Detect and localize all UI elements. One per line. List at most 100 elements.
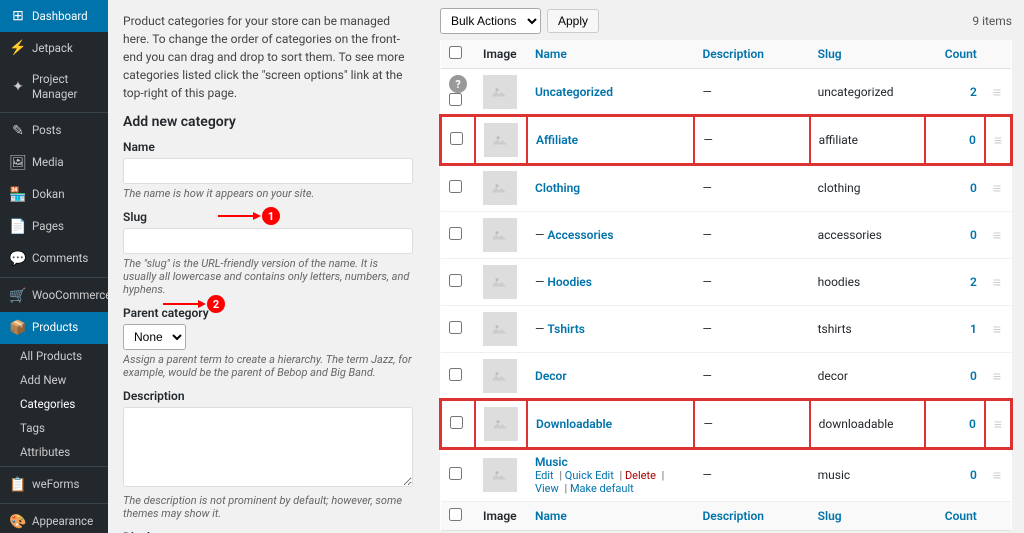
- count-link[interactable]: 0: [970, 369, 977, 383]
- row-image-cell: [475, 259, 527, 306]
- drag-handle[interactable]: ≡: [993, 228, 1001, 244]
- category-name-link[interactable]: Accessories: [547, 228, 613, 242]
- row-count-cell: 0: [925, 448, 985, 502]
- sidebar-item-media[interactable]: 🖼 Media: [0, 147, 108, 179]
- woocommerce-icon: 🛒: [10, 288, 26, 304]
- category-name-link[interactable]: Affiliate: [536, 133, 578, 147]
- sidebar-item-weforms[interactable]: 📋 weForms: [0, 469, 108, 501]
- description-column-header[interactable]: Description: [694, 40, 809, 69]
- category-name-link[interactable]: Decor: [535, 369, 567, 383]
- count-link[interactable]: 0: [970, 468, 977, 482]
- image-column-header: Image: [475, 40, 527, 69]
- count-link[interactable]: 0: [969, 417, 976, 431]
- sidebar-item-posts[interactable]: ✎ Posts: [0, 115, 108, 147]
- count-link[interactable]: 0: [970, 181, 977, 195]
- count-link[interactable]: 0: [970, 228, 977, 242]
- sidebar-item-all-products[interactable]: All Products: [0, 344, 108, 368]
- cat-image-icon: [491, 226, 509, 244]
- weforms-icon: 📋: [10, 477, 26, 493]
- select-all-checkbox[interactable]: [449, 46, 462, 59]
- sidebar-item-pages[interactable]: 📄 Pages: [0, 211, 108, 243]
- row-image-cell: [475, 164, 527, 212]
- row-slug-cell: affiliate: [810, 116, 925, 164]
- drag-handle[interactable]: ≡: [993, 322, 1001, 338]
- category-name-link[interactable]: Clothing: [535, 181, 580, 195]
- cat-image-icon: [491, 320, 509, 338]
- drag-handle[interactable]: ≡: [994, 133, 1002, 149]
- count-link[interactable]: 2: [970, 85, 977, 99]
- sidebar-item-add-new[interactable]: Add New: [0, 368, 108, 392]
- category-name-link[interactable]: Hoodies: [547, 275, 592, 289]
- sidebar-item-label: Posts: [32, 123, 61, 138]
- row-name-cell: Uncategorized: [527, 69, 694, 117]
- row-checkbox[interactable]: [449, 368, 462, 381]
- sidebar-item-label: Products: [32, 320, 78, 335]
- category-image: [483, 75, 517, 109]
- sidebar-item-products[interactable]: 📦 Products: [0, 312, 108, 344]
- row-description-cell: —: [694, 306, 809, 353]
- row-checkbox[interactable]: [450, 132, 463, 145]
- name-input[interactable]: [123, 158, 413, 184]
- help-icon[interactable]: ?: [449, 75, 467, 93]
- row-checkbox[interactable]: [449, 227, 462, 240]
- row-checkbox-cell: [441, 259, 475, 306]
- delete-link[interactable]: Delete: [625, 469, 656, 482]
- row-checkbox[interactable]: [449, 180, 462, 193]
- sidebar-item-label: Comments: [32, 251, 88, 266]
- sidebar-item-label: Dashboard: [32, 9, 88, 24]
- category-name-link[interactable]: Music: [535, 455, 568, 469]
- sidebar-item-appearance[interactable]: 🎨 Appearance: [0, 506, 108, 533]
- quick-edit-link[interactable]: Quick Edit: [565, 469, 614, 482]
- sidebar-item-tags[interactable]: Tags: [0, 416, 108, 440]
- sidebar-item-jetpack[interactable]: ⚡ Jetpack: [0, 32, 108, 64]
- apply-button-top[interactable]: Apply: [547, 9, 599, 33]
- category-name-link[interactable]: Tshirts: [547, 322, 585, 336]
- make-default-link[interactable]: Make default: [570, 482, 634, 495]
- count-link[interactable]: 1: [970, 322, 977, 336]
- category-name-link[interactable]: Uncategorized: [535, 85, 613, 99]
- edit-link[interactable]: Edit: [535, 469, 554, 482]
- row-description-cell: —: [694, 164, 809, 212]
- category-name-link[interactable]: Downloadable: [536, 417, 612, 431]
- sidebar-item-dokan[interactable]: 🏪 Dokan: [0, 179, 108, 211]
- description-textarea[interactable]: [123, 407, 413, 487]
- drag-handle[interactable]: ≡: [993, 85, 1001, 101]
- sidebar-item-dashboard[interactable]: ⊞ Dashboard: [0, 0, 108, 32]
- slug-column-header[interactable]: Slug: [810, 40, 925, 69]
- row-checkbox[interactable]: [449, 274, 462, 287]
- count-link[interactable]: 0: [969, 133, 976, 147]
- row-count-cell: 0: [925, 212, 985, 259]
- parent-category-select[interactable]: None: [123, 324, 186, 350]
- sidebar-item-project-manager[interactable]: ✦ Project Manager: [0, 64, 108, 110]
- row-description-cell: —: [694, 353, 809, 401]
- sidebar-item-comments[interactable]: 💬 Comments: [0, 243, 108, 275]
- row-checkbox[interactable]: [449, 93, 462, 106]
- description-footer[interactable]: Description: [694, 502, 809, 531]
- drag-handle[interactable]: ≡: [994, 417, 1002, 433]
- row-checkbox[interactable]: [450, 416, 463, 429]
- sidebar-item-woocommerce[interactable]: 🛒 WooCommerce: [0, 280, 108, 312]
- count-column-header[interactable]: Count: [925, 40, 985, 69]
- drag-handle[interactable]: ≡: [993, 181, 1001, 197]
- drag-handle[interactable]: ≡: [993, 275, 1001, 291]
- view-link[interactable]: View: [535, 482, 559, 495]
- row-checkbox[interactable]: [449, 321, 462, 334]
- name-column-header[interactable]: Name: [527, 40, 694, 69]
- cat-indent: —: [535, 322, 547, 336]
- select-all-footer-checkbox[interactable]: [449, 508, 462, 521]
- sidebar-item-categories[interactable]: Categories: [0, 392, 108, 416]
- row-checkbox-cell: [441, 116, 475, 164]
- bulk-actions-select-top[interactable]: Bulk Actions: [440, 8, 541, 34]
- count-footer[interactable]: Count: [925, 502, 985, 531]
- slug-footer[interactable]: Slug: [810, 502, 925, 531]
- drag-handle[interactable]: ≡: [993, 468, 1001, 484]
- table-row: — Tshirts — tshirts 1 ≡: [441, 306, 1011, 353]
- drag-column-header: [985, 40, 1011, 69]
- row-count-cell: 0: [925, 164, 985, 212]
- slug-input[interactable]: [123, 228, 413, 254]
- row-checkbox[interactable]: [449, 467, 462, 480]
- sidebar-item-attributes[interactable]: Attributes: [0, 440, 108, 464]
- drag-handle[interactable]: ≡: [993, 369, 1001, 385]
- count-link[interactable]: 2: [970, 275, 977, 289]
- name-footer[interactable]: Name: [527, 502, 694, 531]
